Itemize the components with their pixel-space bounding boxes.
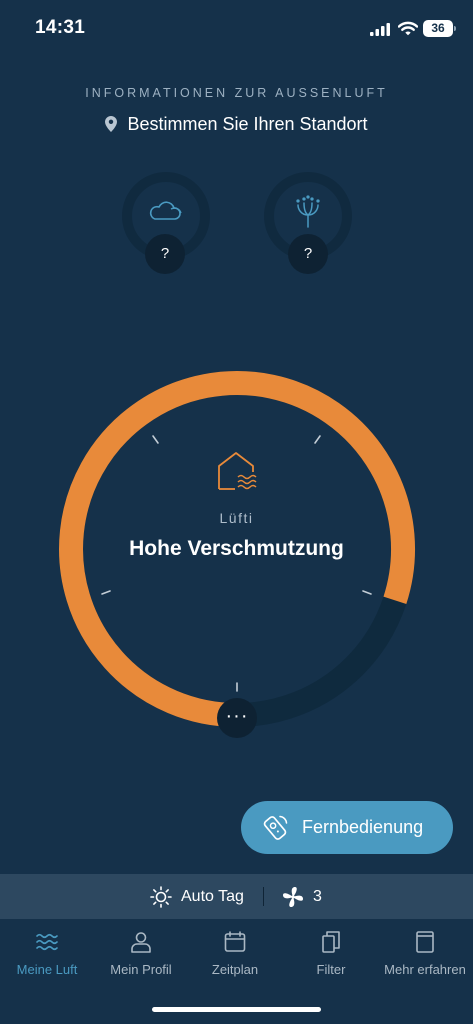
tab-filter[interactable]: Filter: [284, 930, 378, 977]
cloud-rain-icon: [149, 201, 182, 220]
tab-zeitplan[interactable]: Zeitplan: [188, 930, 282, 977]
mode-bar[interactable]: Auto Tag 3: [0, 874, 473, 919]
person-icon: [131, 932, 151, 953]
location-label: Bestimmen Sie Ihren Standort: [127, 114, 368, 134]
device-name: Lüfti: [219, 510, 254, 526]
tab-meine-luft[interactable]: Meine Luft: [0, 930, 94, 977]
sun-icon: [150, 886, 172, 908]
calendar-icon: [224, 931, 246, 952]
pollen-flower-icon: [296, 195, 320, 228]
air-quality-status: Hohe Verschmutzung: [129, 537, 344, 560]
location-pin-icon: [105, 116, 118, 132]
tab-label: Meine Luft: [16, 962, 78, 977]
status-time: 14:31: [35, 17, 86, 38]
tab-mein-profil[interactable]: Mein Profil: [94, 930, 188, 977]
waves-icon: [36, 933, 58, 951]
weather-value-badge: ?: [145, 234, 185, 274]
fan-icon: [283, 887, 303, 907]
filter-icon: [322, 931, 340, 953]
remote-control-icon: [263, 815, 288, 840]
cellular-signal-icon: [370, 23, 390, 36]
wifi-icon: [398, 21, 418, 36]
tab-mehr-erfahren[interactable]: Mehr erfahren: [378, 930, 472, 977]
pollen-gauge[interactable]: ?: [263, 171, 353, 274]
outdoor-air-title: INFORMATIONEN ZUR AUSSENLUFT: [85, 86, 388, 100]
status-bar: 14:31 36: [0, 0, 473, 58]
tab-label: Mehr erfahren: [384, 962, 466, 977]
remote-control-button[interactable]: Fernbedienung: [241, 801, 453, 854]
more-options-button[interactable]: ···: [217, 698, 257, 738]
tab-label: Zeitplan: [211, 962, 259, 977]
book-icon: [416, 931, 434, 953]
remote-control-label: Fernbedienung: [302, 817, 424, 837]
mode-label: Auto Tag: [181, 888, 244, 905]
house-air-icon: [218, 452, 257, 490]
mode-separator: [263, 887, 264, 906]
tab-label: Mein Profil: [110, 962, 172, 977]
pollen-value-badge: ?: [288, 234, 328, 274]
fan-level: 3: [313, 888, 322, 905]
battery-indicator: 36: [423, 20, 456, 37]
home-indicator: [152, 1007, 321, 1012]
weather-gauge[interactable]: ?: [121, 171, 211, 274]
tab-label: Filter: [316, 962, 346, 977]
location-button[interactable]: Bestimmen Sie Ihren Standort: [0, 114, 473, 135]
